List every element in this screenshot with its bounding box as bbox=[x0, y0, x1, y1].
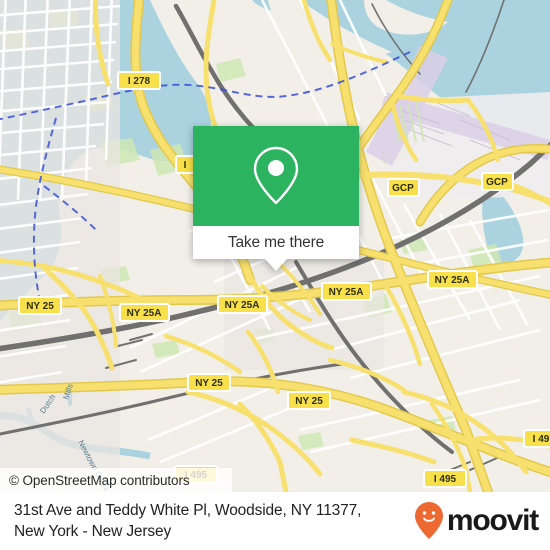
shield-gcp-2: GCP bbox=[481, 172, 514, 191]
svg-text:I 278: I 278 bbox=[128, 76, 151, 87]
moovit-logo[interactable]: moovit bbox=[414, 501, 539, 541]
footer-address-line2: New York - New Jersey bbox=[14, 523, 172, 540]
shield-gcp-1: GCP bbox=[387, 178, 420, 197]
moovit-pin-smiley-icon bbox=[414, 502, 443, 539]
shield-i-partial: I bbox=[175, 155, 195, 174]
popup-cta-label: Take me there bbox=[227, 233, 325, 251]
svg-text:NY 25A: NY 25A bbox=[435, 275, 470, 286]
svg-text:NY 25: NY 25 bbox=[195, 378, 223, 389]
shield-i-495-3: I 49 bbox=[523, 429, 550, 448]
svg-text:GCP: GCP bbox=[486, 177, 508, 188]
popup-pointer-tail bbox=[265, 259, 287, 271]
svg-text:NY 25A: NY 25A bbox=[127, 308, 162, 319]
take-me-there-popup[interactable]: Take me there bbox=[193, 126, 359, 271]
svg-text:NY 25A: NY 25A bbox=[225, 300, 260, 311]
osm-attribution[interactable]: © OpenStreetMap contributors bbox=[0, 468, 232, 492]
shield-i-495-1: I 495 bbox=[423, 469, 467, 488]
svg-text:I 495: I 495 bbox=[434, 474, 457, 485]
footer-address: 31st Ave and Teddy White Pl, Woodside, N… bbox=[14, 500, 414, 542]
moovit-wordmark: moovit bbox=[446, 504, 539, 537]
map-pin-icon bbox=[253, 146, 299, 205]
shield-i-278: I 278 bbox=[117, 71, 161, 90]
svg-text:I 49: I 49 bbox=[533, 434, 550, 445]
shield-ny-25-2: NY 25 bbox=[187, 373, 231, 392]
footer-address-line1: 31st Ave and Teddy White Pl, Woodside, N… bbox=[14, 502, 362, 519]
svg-text:GCP: GCP bbox=[392, 183, 414, 194]
moovit-map-screenshot: Mills Dutch Newtown Creek I 278 I GCP GC… bbox=[0, 0, 550, 550]
svg-text:NY 25A: NY 25A bbox=[329, 287, 364, 298]
svg-text:NY 25: NY 25 bbox=[295, 396, 323, 407]
footer-bar: 31st Ave and Teddy White Pl, Woodside, N… bbox=[0, 492, 550, 550]
popup-icon-panel bbox=[193, 126, 359, 226]
popup-cta-panel[interactable]: Take me there bbox=[193, 226, 359, 271]
shield-ny-25-3: NY 25 bbox=[287, 391, 331, 410]
shield-ny-25-1: NY 25 bbox=[18, 296, 62, 315]
svg-text:I: I bbox=[184, 160, 187, 171]
osm-attribution-text: © OpenStreetMap contributors bbox=[9, 472, 190, 488]
shield-ny-25a-1: NY 25A bbox=[427, 270, 478, 289]
shield-ny-25a-2: NY 25A bbox=[321, 282, 372, 301]
svg-text:NY 25: NY 25 bbox=[26, 301, 54, 312]
shield-ny-25a-4: NY 25A bbox=[119, 303, 170, 322]
shield-ny-25a-3: NY 25A bbox=[217, 295, 268, 314]
